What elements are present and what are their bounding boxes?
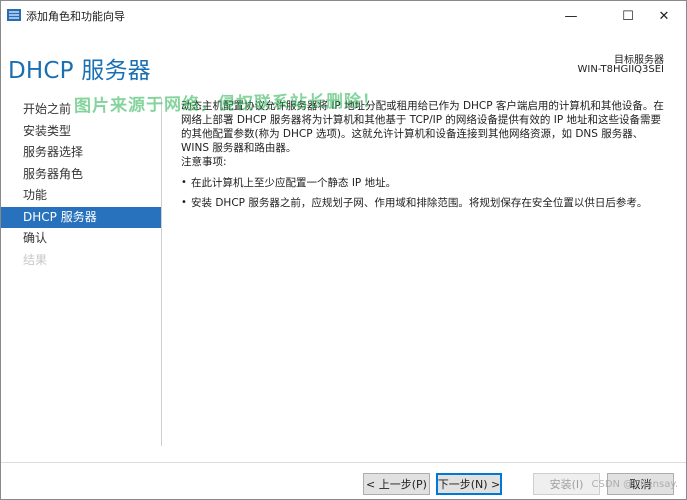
- wizard-window: 添加角色和功能向导 — ☐ ✕ DHCP 服务器 目标服务器 WIN-T8HGI…: [0, 0, 687, 500]
- note-item: 在此计算机上至少应配置一个静态 IP 地址。: [181, 176, 676, 190]
- install-button: 安装(I): [533, 473, 600, 495]
- nav-item-installation-type[interactable]: 安装类型: [1, 121, 161, 143]
- maximize-icon: ☐: [622, 8, 634, 24]
- previous-button[interactable]: < 上一步(P): [363, 473, 430, 495]
- window-title: 添加角色和功能向导: [26, 10, 125, 23]
- nav-item-dhcp-server[interactable]: DHCP 服务器: [1, 206, 161, 228]
- intro-line-4: WINS 服务器和路由器。: [181, 142, 297, 154]
- minimize-icon: —: [564, 8, 578, 24]
- csdn-watermark: CSDN @Chensay.: [591, 479, 678, 490]
- notes-list: 在此计算机上至少应配置一个静态 IP 地址。 安装 DHCP 服务器之前，应规划…: [181, 176, 676, 210]
- nav-item-server-selection[interactable]: 服务器选择: [1, 142, 161, 164]
- page-title: DHCP 服务器: [8, 58, 151, 84]
- nav-item-results: 结果: [23, 252, 48, 267]
- nav-divider: [161, 98, 162, 446]
- wizard-nav: 开始之前 安装类型 服务器选择 服务器角色 功能 DHCP 服务器 确认 结果: [1, 99, 161, 271]
- note-item: 安装 DHCP 服务器之前，应规划子网、作用域和排除范围。将规划保存在安全位置以…: [181, 196, 676, 210]
- watermark-text: 图片来源于网络，侵权联系站长删除！: [73, 91, 381, 117]
- content-panel: 动态主机配置协议允许服务器将 IP 地址分配或租用给已作为 DHCP 客户端启用…: [181, 99, 676, 216]
- intro-line-2: 网络上部署 DHCP 服务器将为计算机和其他基于 TCP/IP 的网络设备提供有…: [181, 114, 662, 126]
- notes-heading: 注意事项:: [181, 156, 227, 168]
- close-button[interactable]: ✕: [641, 1, 687, 31]
- minimize-button[interactable]: —: [548, 1, 594, 31]
- server-manager-icon: [7, 9, 21, 21]
- target-server-name: WIN-T8HGIIQ3SEI: [577, 64, 665, 75]
- intro-line-3: 的其他配置参数(称为 DHCP 选项)。这就允许计算机和设备连接到其他网络资源，…: [181, 128, 644, 140]
- nav-item-confirmation[interactable]: 确认: [1, 228, 161, 250]
- footer-divider: [1, 462, 686, 463]
- close-icon: ✕: [658, 8, 670, 24]
- nav-item-features[interactable]: 功能: [1, 185, 161, 207]
- next-button[interactable]: 下一步(N) >: [436, 473, 502, 495]
- nav-item-server-roles[interactable]: 服务器角色: [1, 164, 161, 186]
- title-bar[interactable]: 添加角色和功能向导 — ☐ ✕: [1, 1, 686, 31]
